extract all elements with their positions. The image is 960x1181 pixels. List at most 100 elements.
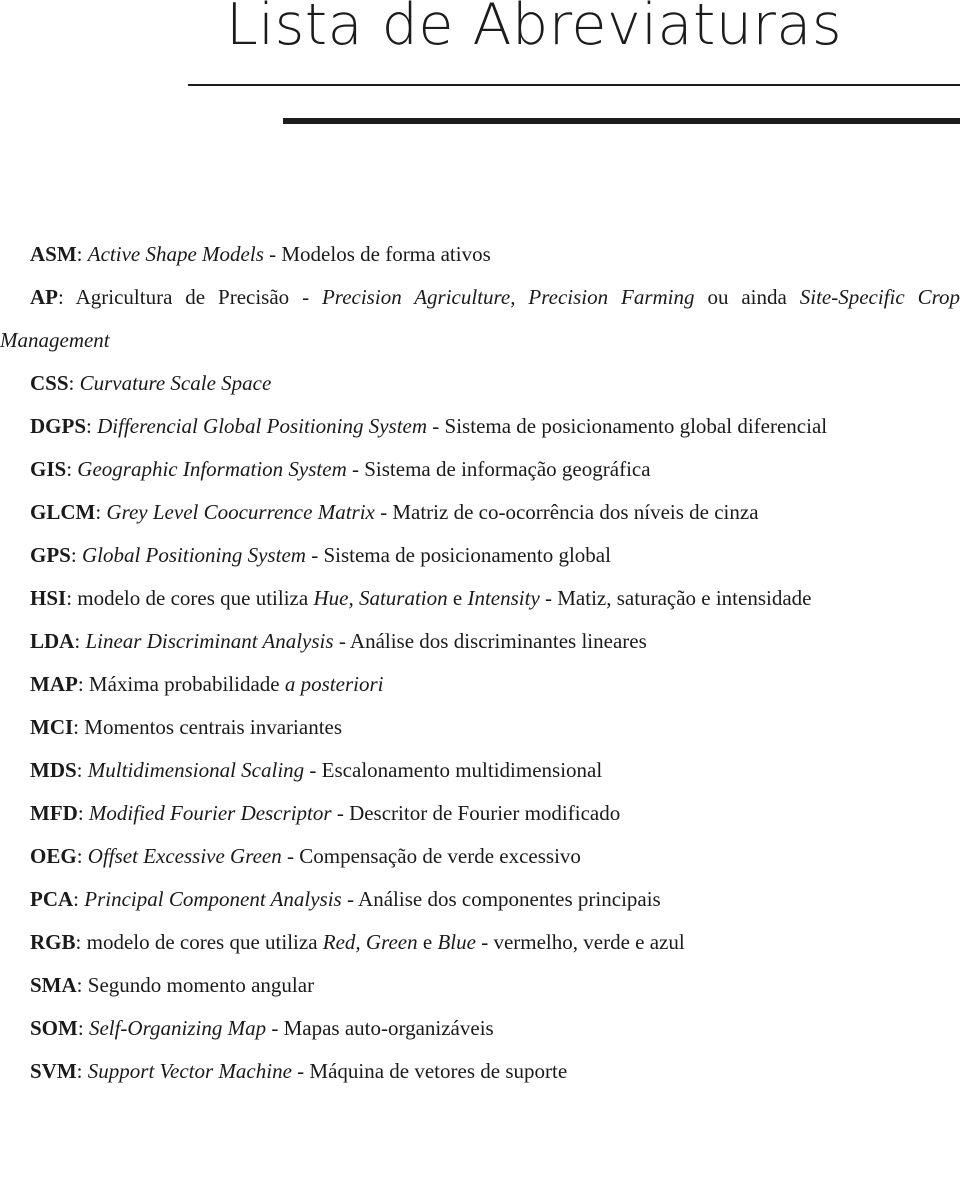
abbreviation-portuguese-text: modelo de cores que utiliza [77,586,314,610]
abbreviation-separator: : [58,285,76,309]
abbreviation-portuguese-text: Matriz de co-ocorrência dos níveis de ci… [392,500,759,524]
abbreviation-dash: - [291,1059,310,1083]
abbreviation-term: OEG [30,844,77,868]
abbreviation-entry: LDA: Linear Discriminant Analysis - Anál… [0,620,960,663]
abbreviation-dash: - [305,543,324,567]
abbreviation-english-term: Multidimensional Scaling [87,758,305,782]
abbreviation-english-term: Self-Organizing Map [88,1016,267,1040]
abbreviation-english-term: Modified Fourier Descriptor [88,801,332,825]
abbreviation-entry: MDS: Multidimensional Scaling - Escalona… [0,749,960,792]
abbreviation-separator: : [66,457,78,481]
abbreviation-portuguese-text: Máxima probabilidade [88,672,285,696]
abbreviation-entry: SOM: Self-Organizing Map - Mapas auto-or… [0,1007,960,1050]
abbreviation-entry: SVM: Support Vector Machine - Máquina de… [0,1050,960,1093]
abbreviation-english-term: Geographic Information System [77,457,347,481]
heading-rule-thick [283,118,960,124]
abbreviation-term: DGPS [30,414,87,438]
abbreviation-portuguese-text: Sistema de posicionamento global diferen… [444,414,828,438]
abbreviation-separator: : [86,414,98,438]
abbreviation-english-term: Precision Agriculture, Precision Farming [321,285,695,309]
abbreviation-entry: AP: Agricultura de Precisão - Precision … [0,276,960,362]
abbreviation-entry: GIS: Geographic Information System - Sis… [0,448,960,491]
abbreviation-english-term: Principal Component Analysis [84,887,342,911]
abbreviation-english-term: Blue [437,930,476,954]
abbreviation-dash: - [304,758,322,782]
abbreviation-separator: : [74,629,86,653]
abbreviation-portuguese-text: Sistema de informação geográfica [364,457,651,481]
abbreviation-term: SMA [30,973,77,997]
abbreviation-separator: : [77,672,89,696]
abbreviation-entry: GLCM: Grey Level Coocurrence Matrix - Ma… [0,491,960,534]
abbreviation-separator: : [75,930,87,954]
abbreviation-portuguese-text: - vermelho, verde e azul [475,930,685,954]
abbreviation-entry: OEG: Offset Excessive Green - Compensaçã… [0,835,960,878]
abbreviation-entry: MFD: Modified Fourier Descriptor - Descr… [0,792,960,835]
abbreviation-portuguese-text: - Matiz, saturação e intensidade [539,586,812,610]
abbreviation-dash: - [281,844,300,868]
abbreviation-dash: - [333,629,350,653]
abbreviation-term: SOM [30,1016,78,1040]
document-page: Lista de Abreviaturas ASM: Active Shape … [0,0,960,1181]
abbreviation-separator: : [70,543,82,567]
abbreviation-term: HSI [30,586,67,610]
abbreviation-portuguese-text: Modelos de forma ativos [281,242,491,266]
abbreviation-portuguese-text: Análise dos discriminantes lineares [349,629,647,653]
abbreviation-term: GLCM [30,500,96,524]
abbreviation-term: CSS [30,371,69,395]
abbreviation-list: ASM: Active Shape Models - Modelos de fo… [0,233,960,1093]
abbreviation-separator: : [73,887,85,911]
abbreviation-english-term: Intensity [467,586,540,610]
abbreviation-portuguese-text: Análise dos componentes principais [358,887,661,911]
abbreviation-portuguese-text: Máquina de vetores de suporte [309,1059,568,1083]
heading-block: Lista de Abreviaturas [0,0,960,150]
abbreviation-term: GPS [30,543,71,567]
abbreviation-portuguese-text: Agricultura de Precisão - [75,285,322,309]
abbreviation-dash: - [346,457,365,481]
abbreviation-entry: PCA: Principal Component Analysis - Anál… [0,878,960,921]
abbreviation-dash: - [427,414,445,438]
abbreviation-portuguese-text: modelo de cores que utiliza [86,930,323,954]
abbreviation-separator: : [73,715,85,739]
abbreviation-separator: : [77,1016,89,1040]
abbreviation-portuguese-text: Sistema de posicionamento global [323,543,611,567]
abbreviation-entry: MAP: Máxima probabilidade a posteriori [0,663,960,706]
abbreviation-term: SVM [30,1059,77,1083]
abbreviation-term: PCA [30,887,74,911]
abbreviation-entry: CSS: Curvature Scale Space [0,362,960,405]
abbreviation-entry: RGB: modelo de cores que utiliza Red, Gr… [0,921,960,964]
abbreviation-english-term: a posteriori [284,672,384,696]
abbreviation-portuguese-text: Momentos centrais invariantes [84,715,343,739]
abbreviation-dash: - [341,887,359,911]
abbreviation-portuguese-text: Mapas auto-organizáveis [283,1016,494,1040]
abbreviation-separator: : [76,973,88,997]
abbreviation-term: GIS [30,457,67,481]
abbreviation-english-term: Global Positioning System [81,543,306,567]
abbreviation-entry: DGPS: Differencial Global Positioning Sy… [0,405,960,448]
abbreviation-entry: SMA: Segundo momento angular [0,964,960,1007]
abbreviation-portuguese-text: Escalonamento multidimensional [321,758,603,782]
abbreviation-separator: : [66,586,78,610]
abbreviation-dash: - [374,500,393,524]
abbreviation-english-term: Curvature Scale Space [79,371,272,395]
abbreviation-separator: : [95,500,107,524]
abbreviation-separator: : [76,242,88,266]
abbreviation-term: AP [30,285,58,309]
abbreviation-term: MAP [30,672,78,696]
abbreviation-separator: : [76,758,88,782]
abbreviation-english-term: Linear Discriminant Analysis [85,629,334,653]
abbreviation-english-term: Red, Green [322,930,418,954]
abbreviation-portuguese-text: Descritor de Fourier modificado [349,801,621,825]
abbreviation-entry: MCI: Momentos centrais invariantes [0,706,960,749]
abbreviation-dash: - [331,801,350,825]
page-title: Lista de Abreviaturas [226,0,843,58]
abbreviation-dash: - [266,1016,284,1040]
abbreviation-portuguese-text: Segundo momento angular [87,973,315,997]
abbreviation-entry: HSI: modelo de cores que utiliza Hue, Sa… [0,577,960,620]
abbreviation-english-term: Grey Level Coocurrence Matrix [106,500,375,524]
abbreviation-portuguese-text: Compensação de verde excessivo [299,844,581,868]
abbreviation-term: RGB [30,930,76,954]
abbreviation-separator: : [77,801,89,825]
heading-rule-thin [188,84,960,86]
abbreviation-portuguese-text: e [447,586,468,610]
abbreviation-term: MCI [30,715,74,739]
